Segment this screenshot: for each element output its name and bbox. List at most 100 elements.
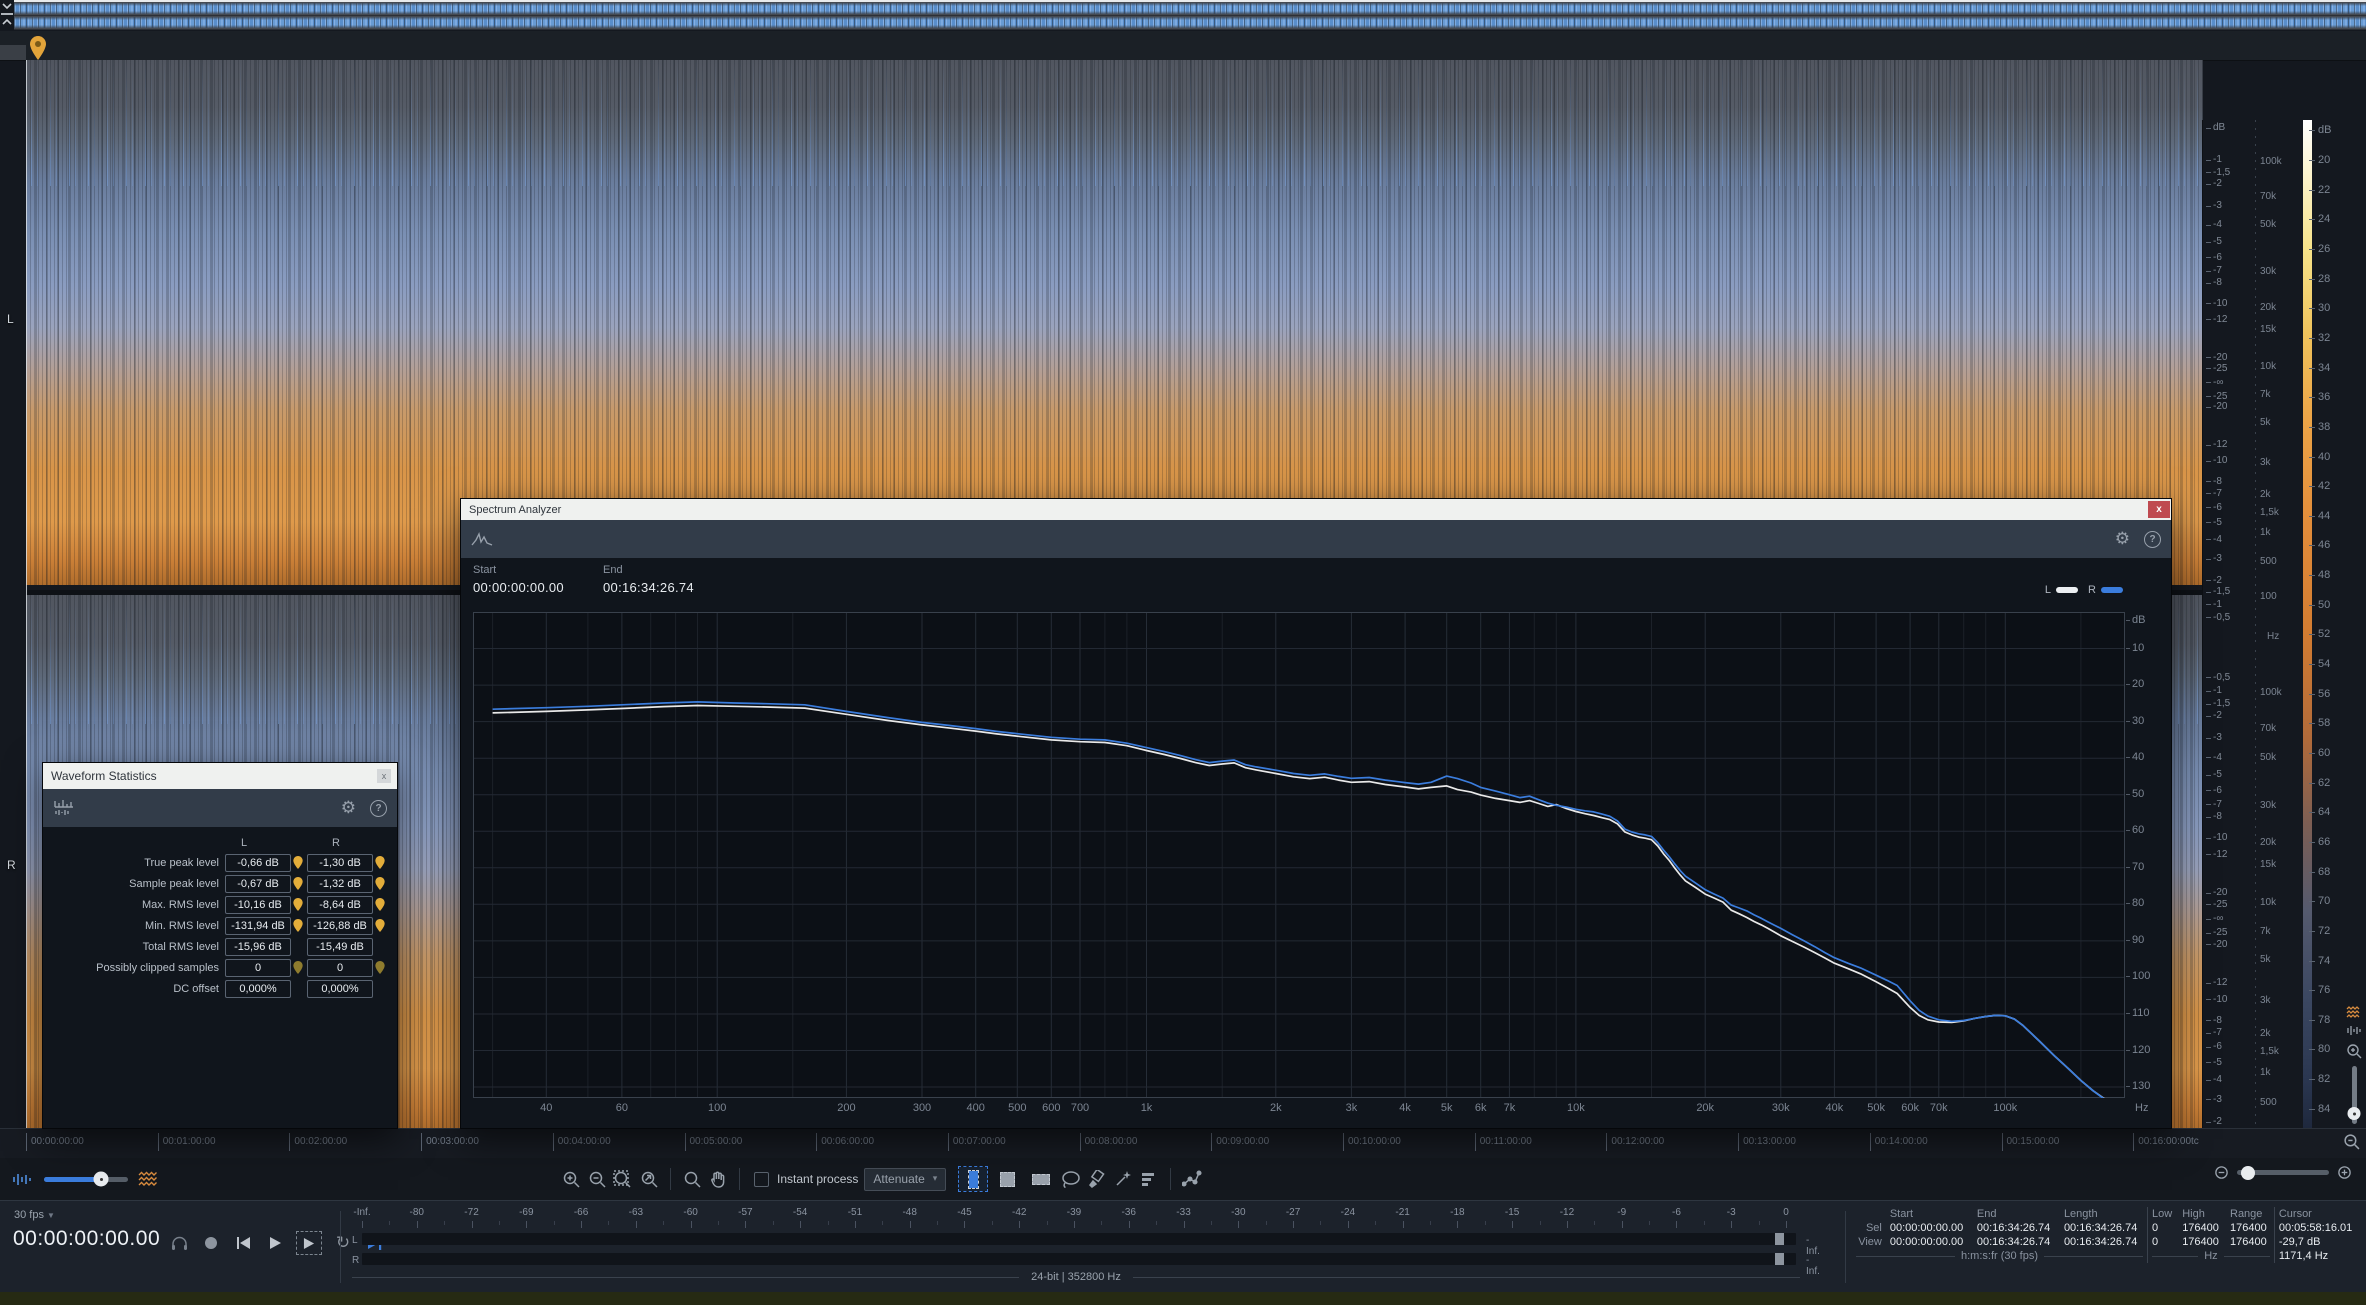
playhead-line[interactable] xyxy=(26,60,27,1128)
instant-process-checkbox[interactable] xyxy=(754,1172,769,1187)
help-icon[interactable]: ? xyxy=(370,800,387,817)
spectrum-x-tick-label: 40k xyxy=(1826,1102,1844,1114)
meter-tick xyxy=(636,1221,637,1228)
pin-marker-icon[interactable] xyxy=(291,876,307,892)
hand-tool-icon[interactable] xyxy=(705,1167,731,1191)
right-scale-column: dB-1-1,5-2-3-4-5-6-7-8-10-12-20-25-∞-25-… xyxy=(2202,120,2366,1188)
legend-value-label: 28 xyxy=(2318,273,2330,285)
horizontal-zoom-slider[interactable] xyxy=(2237,1170,2329,1175)
legend-right-pill xyxy=(2101,587,2123,593)
vertical-zoom-slider-thumb[interactable] xyxy=(2348,1107,2361,1120)
pin-marker-icon[interactable] xyxy=(373,855,389,871)
cursor-time: 00:05:58:16.01 xyxy=(2274,1221,2362,1235)
frequency-selection-tool[interactable] xyxy=(1027,1167,1055,1191)
overview-left-channel[interactable] xyxy=(14,2,2366,16)
time-frequency-selection-tool[interactable] xyxy=(993,1167,1021,1191)
pin-marker-icon[interactable] xyxy=(291,918,307,934)
table-row: True peak level-0,66 dB-1,30 dB xyxy=(43,852,389,873)
pin-marker-icon[interactable] xyxy=(291,981,307,997)
go-to-start-button[interactable] xyxy=(232,1233,254,1253)
zoom-selection-icon[interactable] xyxy=(610,1167,636,1191)
pin-marker-icon[interactable] xyxy=(373,939,389,955)
levels-tool-icon[interactable] xyxy=(1136,1167,1162,1191)
signal-chain-icon[interactable] xyxy=(1179,1167,1205,1191)
pin-marker-icon[interactable] xyxy=(291,960,307,976)
legend-value-label: 38 xyxy=(2318,421,2330,433)
help-icon[interactable]: ? xyxy=(2144,531,2161,548)
close-icon[interactable]: x xyxy=(2148,501,2170,518)
waveform-view-icon[interactable] xyxy=(2346,1025,2362,1036)
pin-marker-icon[interactable] xyxy=(291,939,307,955)
pin-marker-icon[interactable] xyxy=(373,918,389,934)
stats-window-title: Waveform Statistics xyxy=(43,769,377,783)
spectrum-x-tick-label: 60k xyxy=(1901,1102,1919,1114)
overview-right-channel[interactable] xyxy=(14,16,2366,30)
overview-collapse-controls xyxy=(0,0,14,28)
pin-marker-icon[interactable] xyxy=(373,981,389,997)
record-button[interactable] xyxy=(200,1233,222,1253)
time-selection-tool[interactable] xyxy=(959,1167,987,1191)
zoom-out-icon[interactable] xyxy=(584,1167,610,1191)
stats-window-titlebar[interactable]: Waveform Statistics x xyxy=(43,763,397,789)
horizontal-zoom-slider-thumb[interactable] xyxy=(2241,1166,2255,1180)
zoom-out-horizontal-icon[interactable] xyxy=(2214,1165,2229,1180)
pin-marker-icon[interactable] xyxy=(291,897,307,913)
blend-slider-thumb[interactable] xyxy=(94,1172,109,1187)
spectrum-y-tick-label: 90 xyxy=(2132,934,2144,946)
pin-marker-icon[interactable] xyxy=(373,960,389,976)
chevron-down-icon[interactable] xyxy=(0,0,14,13)
meter-tick-minor xyxy=(1320,1221,1321,1225)
pin-marker-icon[interactable] xyxy=(373,876,389,892)
timeline-ruler[interactable]: 00:00:00:0000:01:00:0000:02:00:0000:03:0… xyxy=(0,1128,2366,1159)
brush-tool-icon[interactable] xyxy=(1084,1167,1110,1191)
spectrum-window-titlebar[interactable]: Spectrum Analyzer x xyxy=(461,499,2171,520)
magic-wand-tool-icon[interactable] xyxy=(1110,1167,1136,1191)
meter-scale-label: -66 xyxy=(574,1207,588,1218)
spectrum-analyzer-window: Spectrum Analyzer x ⚙ ? Start00:00:00:00… xyxy=(460,498,2172,1129)
amplitude-scale-label: -12 xyxy=(2213,314,2227,325)
playhead-marker-pin-icon[interactable] xyxy=(30,36,46,60)
cursor-frequency: 1171,4 Hz xyxy=(2274,1249,2362,1263)
meter-scale-label: -9 xyxy=(1617,1207,1626,1218)
play-button[interactable] xyxy=(264,1233,286,1253)
legend-left-toggle[interactable]: L xyxy=(2045,584,2078,596)
pin-marker-icon[interactable] xyxy=(291,855,307,871)
play-selection-button[interactable] xyxy=(296,1231,322,1255)
fps-dropdown[interactable]: 30 fps ▼ xyxy=(14,1209,55,1221)
blend-slider[interactable] xyxy=(44,1177,128,1182)
amplitude-scale-label: -20 xyxy=(2213,401,2227,412)
zoom-in-icon[interactable] xyxy=(558,1167,584,1191)
zoom-reset-icon[interactable] xyxy=(636,1167,662,1191)
sel-range: 176400 xyxy=(2226,1221,2274,1235)
ruler-zoom-out-icon[interactable] xyxy=(2343,1133,2360,1150)
frequency-scale-label: 3k xyxy=(2260,457,2271,468)
legend-right-toggle[interactable]: R xyxy=(2088,584,2123,596)
spectrum-legend: L R xyxy=(2045,584,2123,596)
lasso-tool-icon[interactable] xyxy=(1058,1167,1084,1191)
frequency-scale-label: 50k xyxy=(2260,752,2276,763)
loop-button[interactable]: ↻ xyxy=(332,1233,354,1253)
divider xyxy=(340,1211,341,1283)
spectrum-x-axis-labels: 40601002003004005006007001k2k3k4k5k6k7k1… xyxy=(473,1099,2125,1123)
zoom-in-vertical-icon[interactable] xyxy=(2346,1043,2362,1059)
gear-icon[interactable]: ⚙ xyxy=(2115,529,2130,549)
stat-label: Max. RMS level xyxy=(43,899,225,911)
vertical-zoom-slider[interactable] xyxy=(2352,1066,2357,1124)
marker-strip[interactable] xyxy=(0,31,2366,61)
divider xyxy=(352,1277,1019,1278)
process-module-dropdown[interactable]: Attenuate ▾ xyxy=(864,1168,946,1191)
search-magnifier-icon[interactable] xyxy=(679,1167,705,1191)
spectrogram-view-icon[interactable] xyxy=(2346,1006,2362,1018)
overview-waveform-strip[interactable] xyxy=(14,0,2366,30)
pin-marker-icon[interactable] xyxy=(373,897,389,913)
spectrum-y-unit-label: dB xyxy=(2132,614,2145,626)
amplitude-scale-label: -5 xyxy=(2213,1057,2222,1068)
stat-value: -15,96 dB xyxy=(225,938,291,956)
close-icon[interactable]: x xyxy=(377,769,391,783)
zoom-in-horizontal-icon[interactable] xyxy=(2337,1165,2352,1180)
monitor-headphones-icon[interactable] xyxy=(168,1233,190,1253)
statistics-module-icon xyxy=(53,799,75,817)
frequency-scale-label: 2k xyxy=(2260,1028,2271,1039)
gear-icon[interactable]: ⚙ xyxy=(341,798,356,818)
chevron-up-icon[interactable] xyxy=(0,15,14,28)
